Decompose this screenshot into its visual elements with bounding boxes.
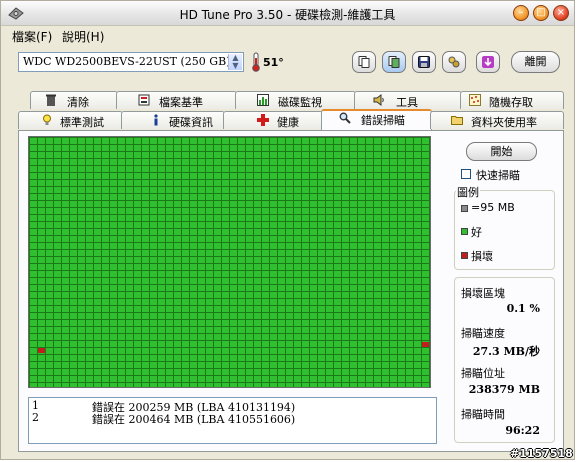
tab-erase[interactable]: 清除 [30,91,118,109]
drive-select[interactable]: WDC WD2500BEVS-22UST (250 GB) ▲ ▼ [18,52,244,72]
random-access-icon [469,94,481,106]
legend-swatch-block-size [461,205,468,212]
menu-file[interactable]: 檔案(F) [12,28,52,45]
legend-swatch-damaged [461,252,468,259]
legend-swatch-good [461,228,468,235]
scan-speed-label: 掃瞄速度 [461,327,505,340]
start-button[interactable]: 開始 [466,142,537,161]
tab-file-benchmark[interactable]: 檔案基準 [116,91,237,109]
log-index: 2 [32,411,39,424]
temperature-readout: 51° [263,56,284,69]
info-icon [154,114,158,126]
close-button[interactable]: × [553,5,569,21]
health-cross-icon [257,114,269,126]
scan-speed-value: 27.3 MB/秒 [472,345,540,358]
tab-label: 隨機存取 [489,96,533,109]
menu-help[interactable]: 說明(H) [62,28,104,45]
disk-monitor-icon [257,94,269,106]
tab-label: 工具 [396,96,418,109]
app-window: HD Tune Pro 3.50 - 硬碟檢測-維護工具 – □ × 檔案(F)… [0,0,575,460]
window-title: HD Tune Pro 3.50 - 硬碟檢測-維護工具 [179,8,396,22]
options-icon [448,56,460,68]
save-button[interactable] [412,51,436,73]
menu-bar: 檔案(F) 說明(H) [1,26,574,45]
damaged-blocks-label: 損壞區塊 [461,287,505,300]
copy-text-icon [358,56,370,68]
copy-screenshot-button[interactable] [382,51,406,73]
damaged-block [422,342,429,347]
log-text: 錯誤在 200464 MB (LBA 410551606) [92,413,296,426]
options-button[interactable] [442,51,466,73]
tab-label: 硬碟資訊 [169,116,213,129]
tab-label: 錯誤掃瞄 [361,114,405,127]
title-bar[interactable]: HD Tune Pro 3.50 - 硬碟檢測-維護工具 – □ × [1,1,574,26]
exit-button[interactable]: 離開 [511,51,560,73]
speaker-icon [373,94,384,106]
watermark: #1157518 [510,447,573,460]
scan-time-value: 96:22 [505,424,540,437]
tab-label: 標準測試 [60,116,104,129]
copy-text-button[interactable] [352,51,376,73]
file-benchmark-icon [138,94,150,106]
scan-block-map [28,136,431,388]
thermometer-icon [252,52,260,72]
legend-good: 好 [471,226,482,239]
lightbulb-icon [43,114,51,125]
tab-disk-monitor[interactable]: 磁碟監視 [235,91,356,109]
folder-icon [451,116,463,125]
tab-disk-info[interactable]: 硬碟資訊 [121,111,225,129]
legend-block-size: =95 MB [471,201,515,214]
tab-health[interactable]: 健康 [223,111,323,129]
trash-icon [46,94,56,106]
tab-label: 清除 [67,96,89,109]
legend-title: 圖例 [456,184,480,200]
magnifier-icon [339,112,351,124]
quick-scan-label[interactable]: 快速掃瞄 [476,167,520,183]
scan-position-value: 238379 MB [468,383,540,396]
maximize-icon: □ [536,7,546,18]
save-icon [418,56,430,68]
tab-label: 磁碟監視 [278,96,322,109]
chevron-updown-icon[interactable]: ▲ ▼ [228,54,242,70]
tab-error-scan[interactable]: 錯誤掃瞄 [321,109,432,130]
damaged-block [38,348,45,353]
maximize-button[interactable]: □ [533,5,549,21]
copy-screenshot-icon [388,56,400,68]
tab-label: 資料夾使用率 [471,116,537,129]
quick-scan-checkbox[interactable] [461,169,471,179]
tab-random-access[interactable]: 隨機存取 [460,91,564,109]
close-icon: × [556,7,566,18]
tab-tools[interactable]: 工具 [354,91,462,109]
minimize-button[interactable]: – [513,5,529,21]
tab-folder-usage[interactable]: 資料夾使用率 [430,111,564,129]
damaged-blocks-value: 0.1 % [506,302,540,315]
tab-label: 健康 [277,116,299,129]
download-icon [482,56,494,68]
scan-position-label: 掃瞄位址 [461,367,505,380]
drive-select-value: WDC WD2500BEVS-22UST (250 GB) [23,55,231,68]
scan-time-label: 掃瞄時間 [461,408,505,421]
download-button[interactable] [476,51,500,73]
legend-damaged: 損壞 [471,250,493,263]
error-log-list[interactable]: 1 錯誤在 200259 MB (LBA 410131194) 2 錯誤在 20… [28,397,437,444]
tab-label: 檔案基準 [159,96,203,109]
minimize-icon: – [518,7,524,18]
tab-benchmark[interactable]: 標準測試 [18,111,123,129]
